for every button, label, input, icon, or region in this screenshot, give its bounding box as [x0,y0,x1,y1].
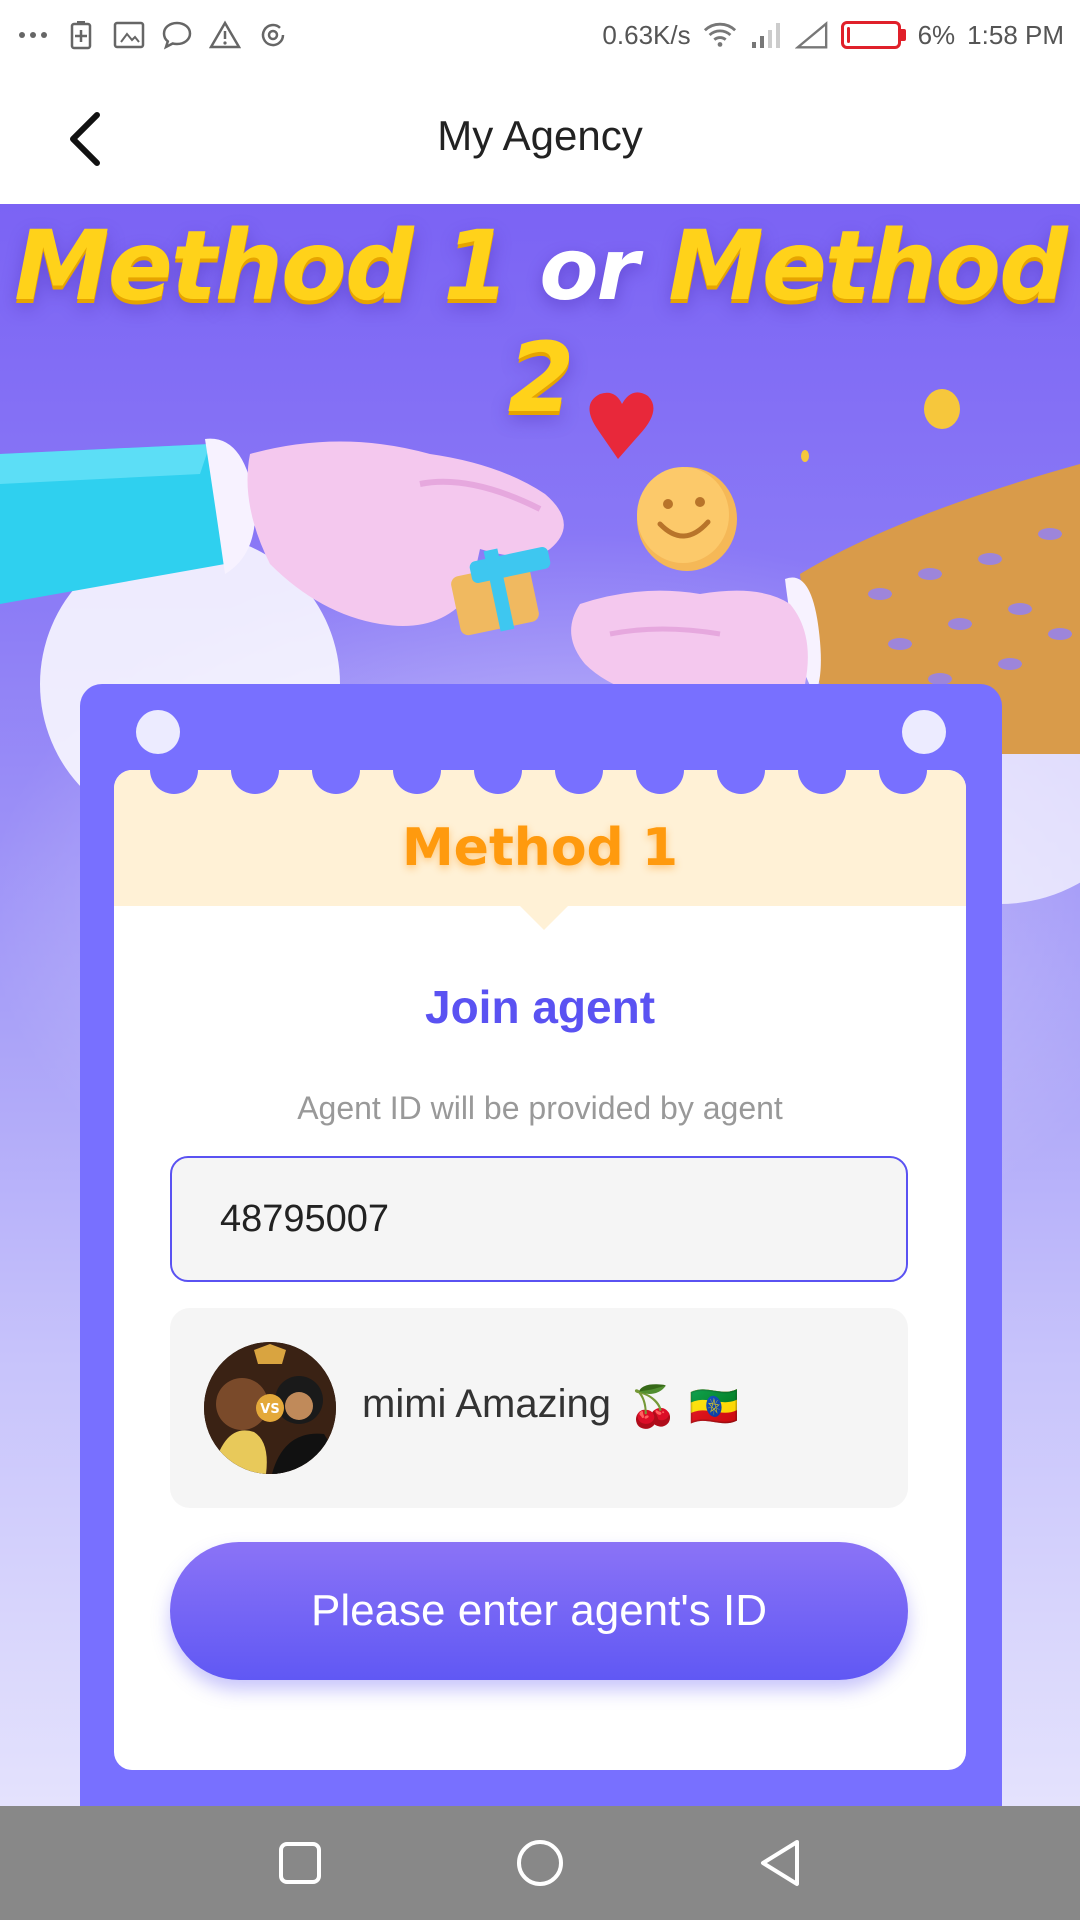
method-card: Method 1 Join agent Agent ID will be pro… [80,684,1002,1806]
agent-id-input[interactable] [170,1156,908,1282]
net-speed: 0.63K/s [602,19,691,50]
page-title: My Agency [437,112,643,159]
header-notch [520,906,568,930]
wifi-icon [703,18,737,52]
battery-icon [840,21,906,49]
battery-saver-icon [64,18,98,52]
agent-name-emoji: 🍒 🇪🇹 [628,1384,739,1429]
status-right: 0.63K/s 6% 1:58 PM [602,18,1064,52]
nav-back-button[interactable] [745,1828,815,1898]
method-header: Method 1 [114,770,966,906]
circle-icon [517,1840,563,1886]
status-bar: 0.63K/s 6% 1:58 PM [0,0,1080,74]
system-nav-bar [0,1806,1080,1920]
agent-name: mimi Amazing 🍒 🇪🇹 [362,1382,739,1430]
agent-result-card[interactable]: VS mimi Amazing 🍒 🇪🇹 [170,1308,908,1508]
card-pin-left [136,710,180,754]
card-pin-right [902,710,946,754]
avatar-vs-text: VS [260,1402,279,1417]
battery-fill [846,27,850,43]
signal-empty-icon [794,18,829,52]
more-dots-icon [16,18,50,52]
signal-icon [749,18,783,52]
app-header: My Agency [0,74,1080,204]
avatar: VS [204,1342,336,1474]
sync-icon [256,18,290,52]
join-agent-title: Join agent [424,981,656,1033]
coin-icon [924,389,960,429]
screenshot-icon [112,18,146,52]
method-label: Method 1 [401,818,679,878]
scallop-edge [150,770,927,794]
card-inner: Method 1 Join agent Agent ID will be pro… [114,770,966,1770]
agency-banner: Method 1 or Method 2 Method 1 Join agent… [0,204,1080,1806]
banner-or: or [539,220,638,320]
clock: 1:58 PM [967,19,1064,50]
warning-icon [208,18,242,52]
recents-button[interactable] [265,1828,335,1898]
square-icon [279,1842,321,1884]
submit-agent-id-button[interactable]: Please enter agent's ID [170,1542,908,1680]
heart-icon [589,392,654,459]
status-left-icons [16,18,290,52]
triangle-back-icon [761,1840,799,1886]
home-button[interactable] [505,1828,575,1898]
chat-icon [160,18,194,52]
banner-method1: Method 1 [14,210,510,322]
agent-name-text: mimi Amazing [362,1382,611,1426]
battery-percent: 6% [917,19,956,50]
agent-id-hint: Agent ID will be provided by agent [297,1090,783,1126]
smiley-coin-icon [637,467,737,571]
